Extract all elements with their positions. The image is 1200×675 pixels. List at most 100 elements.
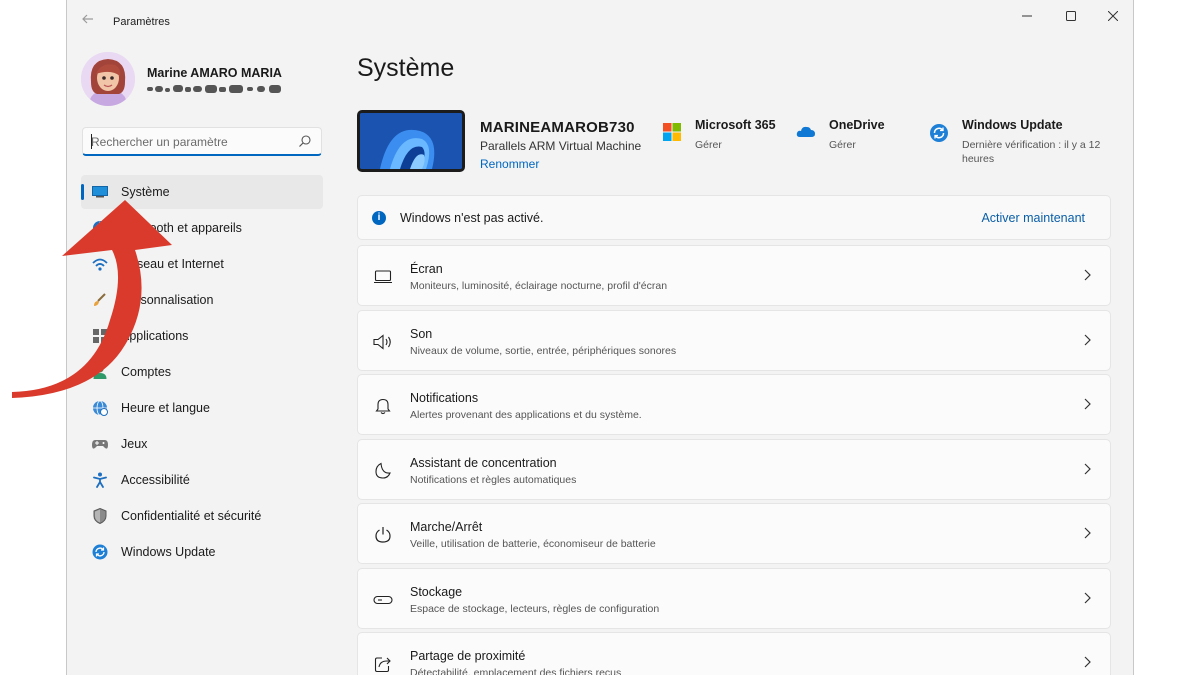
sidebar-item-label: Windows Update	[121, 545, 216, 559]
power-icon	[373, 525, 393, 545]
sidebar-item-label: Accessibilité	[121, 473, 190, 487]
apps-icon	[92, 328, 108, 344]
chevron-right-icon	[1084, 656, 1091, 668]
card-subtitle: Veille, utilisation de batterie, économi…	[410, 538, 656, 550]
sidebar-item-applications[interactable]: Applications	[81, 319, 323, 353]
person-icon	[92, 364, 108, 380]
card-title: Son	[410, 326, 433, 341]
setting-card-stockage[interactable]: Stockage Espace de stockage, lecteurs, r…	[357, 567, 1111, 629]
sidebar-item-bluetooth[interactable]: Bluetooth et appareils	[81, 211, 323, 245]
card-title: Stockage	[410, 584, 463, 599]
quick-link-sub: Gérer	[829, 139, 856, 151]
network-icon	[92, 256, 108, 272]
card-subtitle: Niveaux de volume, sortie, entrée, périp…	[410, 344, 677, 357]
sidebar-item-label: Comptes	[121, 365, 172, 379]
chevron-right-icon	[1084, 334, 1091, 345]
device-name: MARINEAMAROB730	[480, 119, 635, 136]
settings-list: Écran Moniteurs, luminosité, éclairage n…	[357, 245, 1111, 675]
card-subtitle: Détectabilité, emplacement des fichiers …	[410, 667, 622, 675]
sidebar-item-personnalisation[interactable]: Personnalisation	[81, 283, 323, 317]
info-icon: i	[372, 211, 386, 225]
quick-link-title: Windows Update	[962, 118, 1063, 132]
quick-link-sub: Gérer	[695, 139, 722, 151]
banner-text: Windows n'est pas activé.	[400, 211, 544, 225]
sidebar-item-systeme[interactable]: Système	[81, 175, 323, 209]
bluetooth-icon	[92, 220, 108, 236]
card-title: Assistant de concentration	[410, 455, 557, 470]
speaker-icon	[373, 332, 393, 352]
chevron-right-icon	[1084, 269, 1091, 281]
accessibility-icon	[92, 472, 108, 488]
sidebar-item-label: Confidentialité et sécurité	[121, 509, 262, 523]
quick-link-sub: Dernière vérification : il y a 12 heures	[962, 139, 1101, 165]
user-name: Marine AMARO MARIA	[147, 66, 282, 80]
setting-card-marche-arret[interactable]: Marche/Arrêt Veille, utilisation de batt…	[357, 503, 1111, 564]
card-subtitle: Alertes provenant des applications et du…	[410, 409, 642, 421]
chevron-right-icon	[1084, 527, 1091, 539]
device-wallpaper-thumbnail	[357, 110, 465, 172]
sidebar-item-reseau[interactable]: Réseau et Internet	[81, 247, 323, 281]
shield-icon	[92, 508, 108, 524]
activate-now-link[interactable]: Activer maintenant	[981, 211, 1085, 225]
back-arrow-icon	[82, 14, 93, 24]
setting-card-concentration[interactable]: Assistant de concentration Notifications…	[357, 438, 1111, 500]
redacted-email	[145, 82, 290, 94]
card-title: Notifications	[410, 391, 479, 405]
gamepad-icon	[92, 436, 108, 452]
sidebar-item-label: Système	[121, 185, 170, 199]
microsoft-logo-icon	[663, 123, 681, 141]
user-profile[interactable]: Marine AMARO MARIA	[81, 52, 331, 108]
quick-link-title: OneDrive	[829, 118, 885, 132]
chevron-right-icon	[1084, 592, 1091, 603]
update-icon	[92, 544, 108, 560]
sidebar-item-label: Bluetooth et appareils	[121, 221, 242, 235]
display-icon	[373, 267, 393, 287]
rename-link[interactable]: Renommer	[480, 157, 539, 171]
search-input[interactable]	[91, 133, 291, 151]
bell-icon	[373, 396, 393, 416]
search-box[interactable]	[82, 127, 322, 156]
globe-clock-icon	[92, 400, 108, 416]
card-title: Marche/Arrêt	[410, 520, 483, 534]
sidebar-item-accessibilite[interactable]: Accessibilité	[81, 463, 323, 497]
card-subtitle: Notifications et règles automatiques	[410, 473, 577, 486]
sidebar-item-heure-langue[interactable]: Heure et langue	[81, 391, 323, 425]
main-content: Système MARINEAMAROB730 Parallels ARM Vi…	[357, 0, 1117, 675]
app-title: Paramètres	[113, 16, 170, 28]
card-title: Écran	[410, 262, 443, 276]
activation-banner: i Windows n'est pas activé. Activer main…	[357, 195, 1111, 240]
setting-card-partage-proximite[interactable]: Partage de proximité Détectabilité, empl…	[357, 632, 1111, 675]
settings-window: Paramètres Marine AMARO MARIA Rechercher…	[66, 0, 1134, 675]
quick-link-title: Microsoft 365	[695, 118, 776, 132]
device-info: MARINEAMAROB730 Parallels ARM Virtual Ma…	[357, 110, 657, 174]
sidebar-item-jeux[interactable]: Jeux	[81, 427, 323, 461]
onedrive-cloud-icon	[796, 126, 815, 137]
windows-update-icon	[930, 124, 948, 142]
chevron-right-icon	[1084, 398, 1091, 410]
sidebar-nav: Système Bluetooth et appareils Réseau et…	[81, 175, 323, 571]
avatar	[81, 52, 135, 106]
sidebar-item-comptes[interactable]: Comptes	[81, 355, 323, 389]
setting-card-ecran[interactable]: Écran Moniteurs, luminosité, éclairage n…	[357, 245, 1111, 306]
sidebar-item-confidentialite[interactable]: Confidentialité et sécurité	[81, 499, 323, 533]
chevron-right-icon	[1084, 463, 1091, 474]
card-subtitle: Espace de stockage, lecteurs, règles de …	[410, 602, 660, 615]
sidebar-item-windows-update[interactable]: Windows Update	[81, 535, 323, 569]
sidebar-item-label: Jeux	[121, 437, 148, 451]
setting-card-notifications[interactable]: Notifications Alertes provenant des appl…	[357, 374, 1111, 435]
device-model: Parallels ARM Virtual Machine	[480, 139, 642, 153]
brush-icon	[92, 292, 108, 308]
moon-icon	[373, 461, 393, 481]
monitor-icon	[92, 184, 108, 200]
card-title: Partage de proximité	[410, 649, 526, 663]
search-icon[interactable]	[298, 134, 312, 148]
sidebar-item-label: Réseau et Internet	[121, 257, 224, 271]
sidebar-item-label: Personnalisation	[121, 293, 214, 307]
storage-icon	[373, 590, 393, 610]
sidebar-item-label: Applications	[121, 329, 189, 343]
setting-card-son[interactable]: Son Niveaux de volume, sortie, entrée, p…	[357, 309, 1111, 371]
share-icon	[373, 654, 393, 674]
card-subtitle: Moniteurs, luminosité, éclairage nocturn…	[410, 280, 668, 292]
back-button[interactable]	[81, 12, 97, 32]
sidebar-item-label: Heure et langue	[121, 401, 210, 415]
